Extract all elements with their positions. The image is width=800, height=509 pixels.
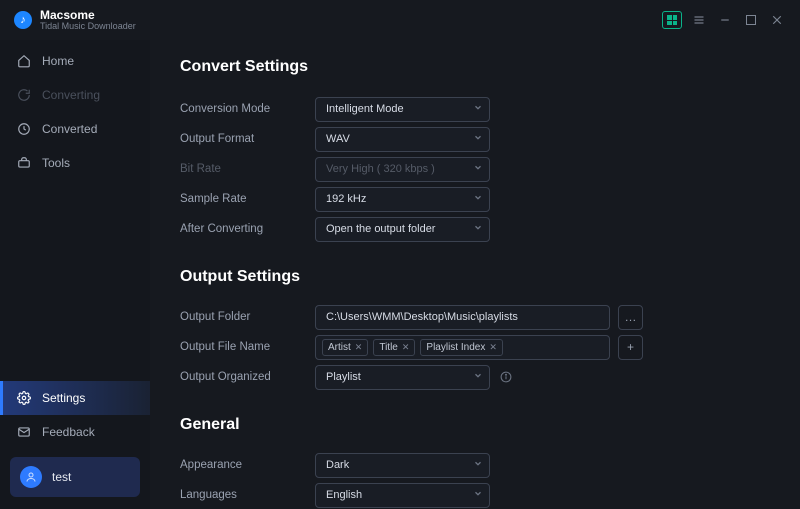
menu-button[interactable] — [686, 9, 712, 31]
chevron-down-icon — [473, 371, 483, 384]
section-output-title: Output Settings — [180, 268, 774, 286]
close-icon[interactable]: ✕ — [402, 342, 410, 353]
sidebar-item-label: Tools — [42, 156, 70, 170]
window-close-button[interactable] — [764, 9, 790, 31]
avatar — [20, 466, 42, 488]
label-languages: Languages — [180, 489, 315, 501]
titlebar: ♪ Macsome Tidal Music Downloader — [0, 0, 800, 40]
select-languages[interactable]: English — [315, 483, 490, 508]
tag-title[interactable]: Title✕ — [373, 339, 415, 356]
window-minimize-button[interactable] — [712, 9, 738, 31]
label-output-filename: Output File Name — [180, 341, 315, 353]
sidebar-item-label: Settings — [42, 391, 85, 405]
sidebar-item-home[interactable]: Home — [0, 44, 150, 78]
select-appearance[interactable]: Dark — [315, 453, 490, 478]
user-chip[interactable]: test — [10, 457, 140, 497]
chevron-down-icon — [473, 223, 483, 236]
clock-icon — [16, 122, 32, 136]
label-sample-rate: Sample Rate — [180, 193, 315, 205]
brand-name: Macsome — [40, 9, 136, 22]
label-appearance: Appearance — [180, 459, 315, 471]
select-conversion-mode[interactable]: Intelligent Mode — [315, 97, 490, 122]
sidebar-item-label: Feedback — [42, 425, 95, 439]
sidebar-item-label: Converting — [42, 88, 100, 102]
label-output-organized: Output Organized — [180, 371, 315, 383]
sidebar-item-feedback[interactable]: Feedback — [0, 415, 150, 449]
sidebar-item-converted[interactable]: Converted — [0, 112, 150, 146]
sidebar: Home Converting Converted Tools — [0, 40, 150, 509]
window-maximize-button[interactable] — [738, 9, 764, 31]
toolbox-icon — [16, 156, 32, 170]
mail-icon — [16, 425, 32, 439]
input-output-folder[interactable]: C:\Users\WMM\Desktop\Music\playlists — [315, 305, 610, 330]
chevron-down-icon — [473, 133, 483, 146]
select-output-format[interactable]: WAV — [315, 127, 490, 152]
label-after-converting: After Converting — [180, 223, 315, 235]
chevron-down-icon — [473, 163, 483, 176]
chevron-down-icon — [473, 489, 483, 502]
section-convert-title: Convert Settings — [180, 58, 774, 76]
select-after-converting[interactable]: Open the output folder — [315, 217, 490, 242]
sidebar-item-label: Home — [42, 54, 74, 68]
select-sample-rate[interactable]: 192 kHz — [315, 187, 490, 212]
gear-icon — [16, 391, 32, 405]
label-conversion-mode: Conversion Mode — [180, 103, 315, 115]
info-icon[interactable] — [500, 371, 512, 383]
home-icon — [16, 54, 32, 68]
close-icon[interactable]: ✕ — [355, 342, 363, 353]
label-output-folder: Output Folder — [180, 311, 315, 323]
refresh-icon — [16, 88, 32, 102]
chevron-down-icon — [473, 193, 483, 206]
brand-subtitle: Tidal Music Downloader — [40, 22, 136, 31]
sidebar-item-tools[interactable]: Tools — [0, 146, 150, 180]
select-output-organized[interactable]: Playlist — [315, 365, 490, 390]
apps-grid-button[interactable] — [662, 11, 682, 29]
brand-logo-icon: ♪ — [14, 11, 32, 29]
brand: ♪ Macsome Tidal Music Downloader — [14, 9, 136, 31]
sidebar-item-label: Converted — [42, 122, 97, 136]
tag-playlist-index[interactable]: Playlist Index✕ — [420, 339, 502, 356]
tag-artist[interactable]: Artist✕ — [322, 339, 368, 356]
select-bit-rate: Very High ( 320 kbps ) — [315, 157, 490, 182]
settings-content: Convert Settings Conversion Mode Intelli… — [150, 40, 800, 509]
label-bit-rate: Bit Rate — [180, 163, 315, 175]
maximize-icon — [746, 15, 756, 25]
section-general-title: General — [180, 416, 774, 434]
sidebar-item-converting[interactable]: Converting — [0, 78, 150, 112]
user-name: test — [52, 470, 71, 484]
sidebar-item-settings[interactable]: Settings — [0, 381, 150, 415]
chevron-down-icon — [473, 103, 483, 116]
browse-folder-button[interactable]: … — [618, 305, 643, 330]
close-icon[interactable]: ✕ — [489, 342, 497, 353]
chevron-down-icon — [473, 459, 483, 472]
label-output-format: Output Format — [180, 133, 315, 145]
add-tag-button[interactable]: + — [618, 335, 643, 360]
filename-tags[interactable]: Artist✕ Title✕ Playlist Index✕ — [315, 335, 610, 360]
